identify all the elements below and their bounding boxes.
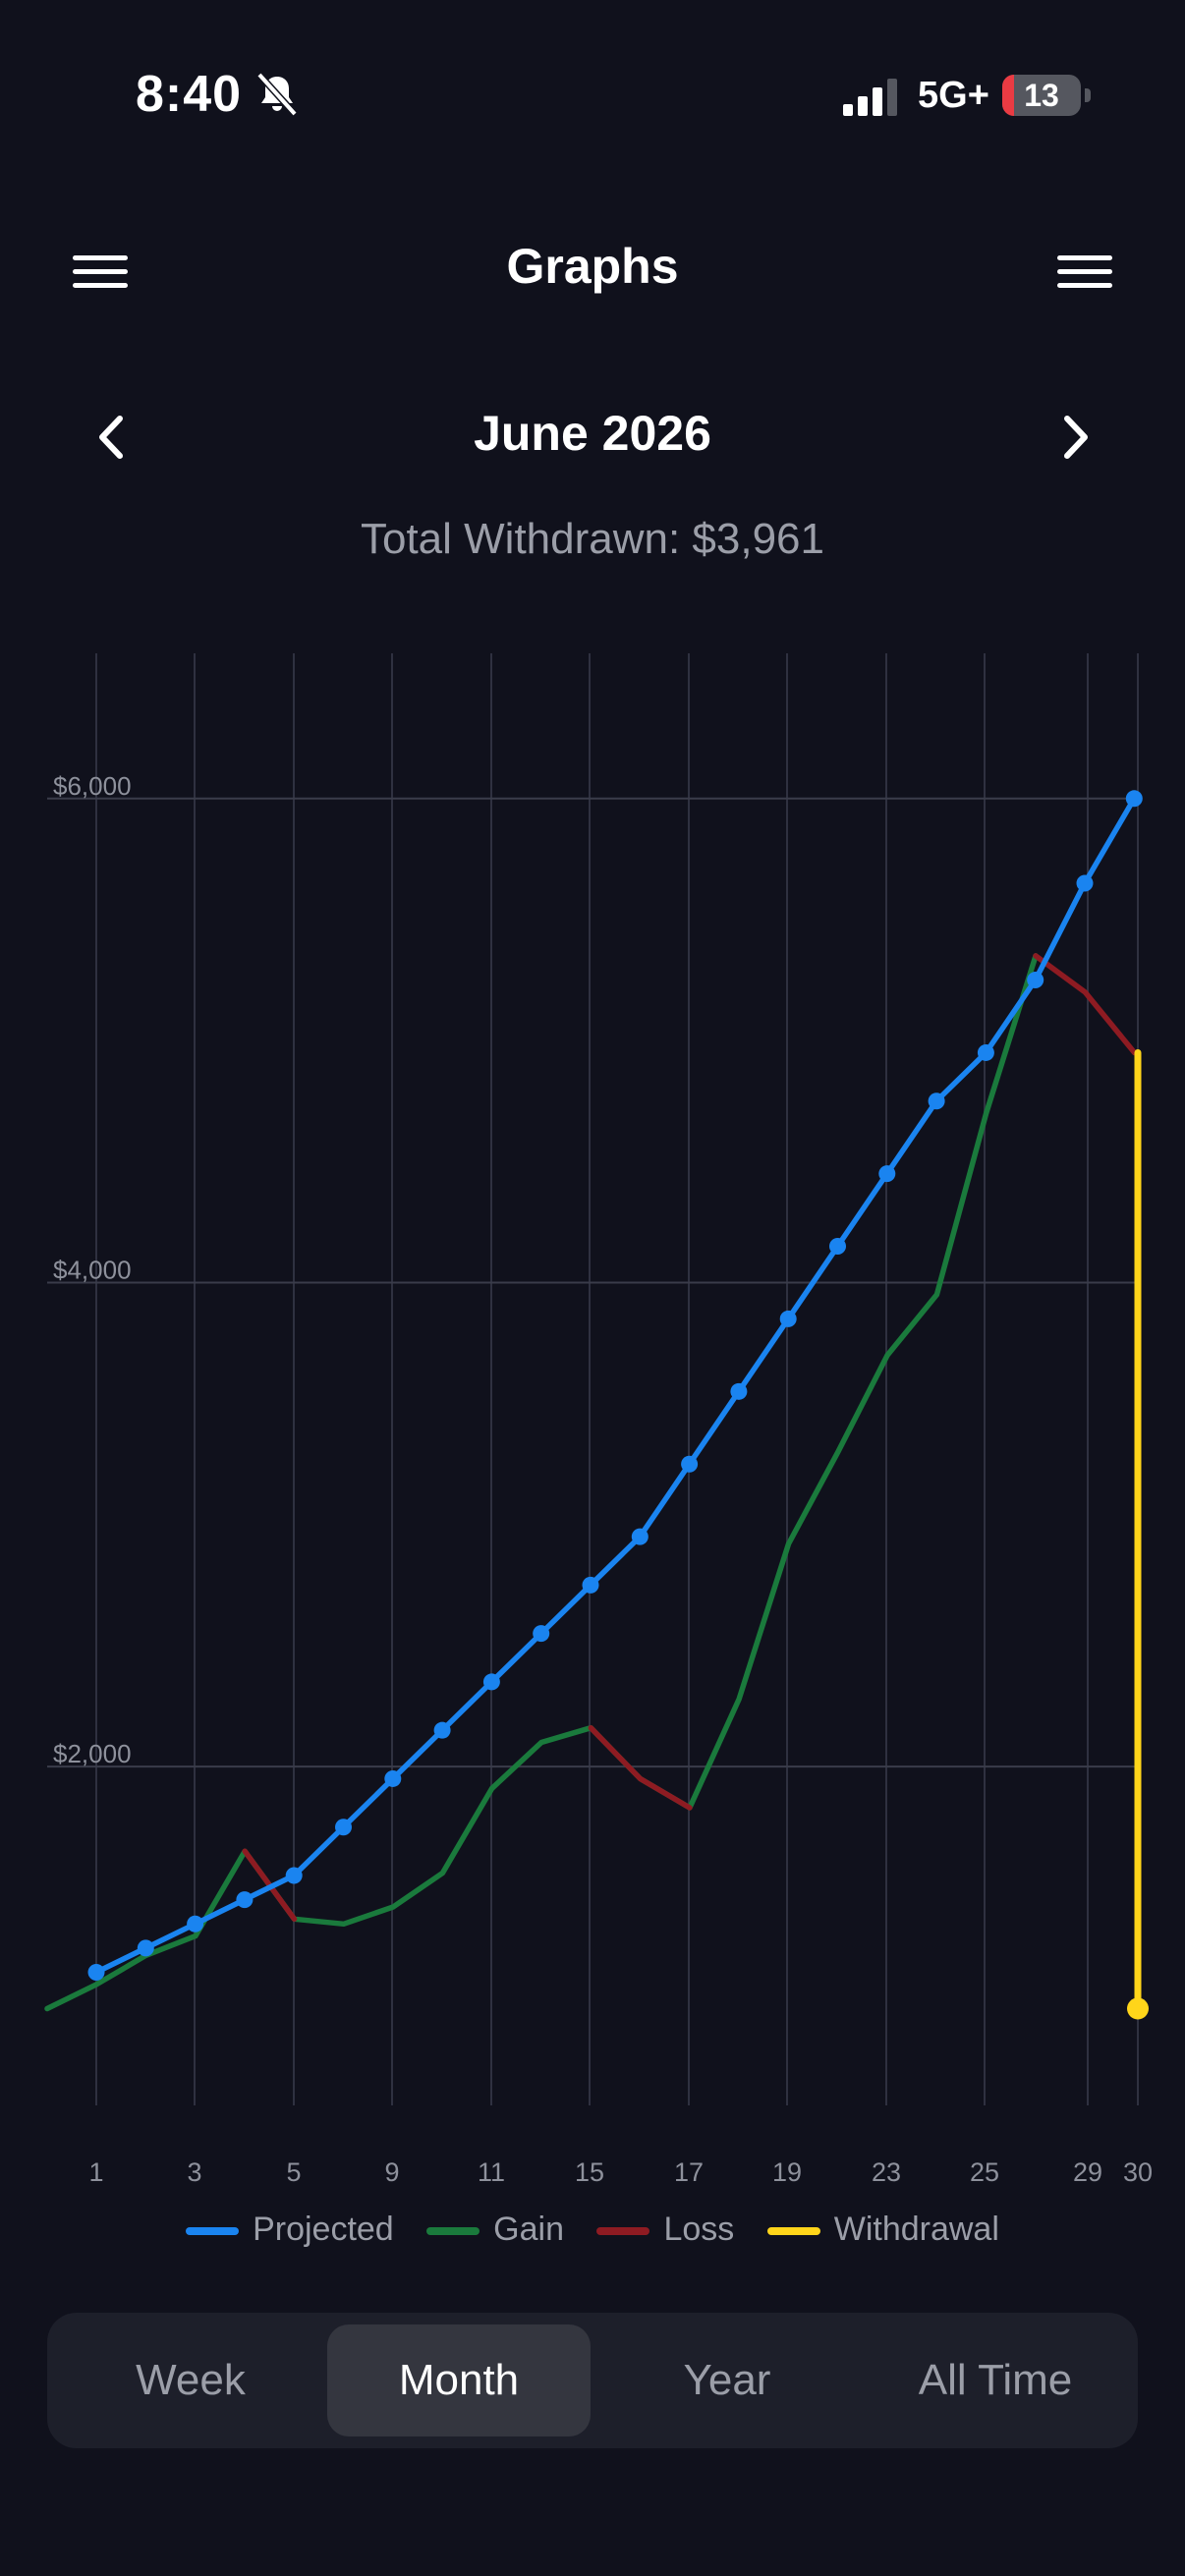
x-tick-label: 3: [187, 2157, 201, 2187]
projected-point: [878, 1165, 896, 1183]
loss-series-line: [588, 1724, 693, 1811]
projected-point: [384, 1769, 402, 1787]
bell-slash-icon: [256, 72, 298, 117]
projected-point: [1027, 972, 1044, 989]
projected-point: [681, 1455, 699, 1473]
projected-point: [285, 1867, 303, 1884]
x-tick-label: 5: [286, 2157, 301, 2187]
projected-point: [779, 1310, 797, 1327]
projected-point: [730, 1382, 748, 1400]
x-tick-label: 29: [1073, 2157, 1102, 2187]
x-tick-label: 15: [575, 2157, 604, 2187]
projected-point: [533, 1625, 550, 1643]
x-tick-label: 1: [88, 2157, 103, 2187]
legend-withdrawal: Withdrawal: [766, 2211, 999, 2249]
withdrawal-point: [1127, 1997, 1149, 2020]
month-label: June 2026: [474, 406, 711, 461]
x-tick-label: 17: [674, 2157, 704, 2187]
projected-point: [137, 1939, 154, 1957]
projected-point: [631, 1528, 649, 1545]
x-tick-label: 23: [872, 2157, 901, 2187]
x-tick-label: 19: [772, 2157, 802, 2187]
projected-point: [236, 1891, 254, 1909]
projected-point: [829, 1238, 846, 1256]
projected-point: [482, 1673, 500, 1691]
legend-loss: Loss: [596, 2211, 734, 2249]
tab-week[interactable]: Week: [59, 2324, 322, 2436]
battery-icon: 13: [1002, 75, 1091, 116]
x-tick-label: 11: [478, 2157, 505, 2187]
balance-line-chart: $6,000 $4,000 $2,000 1 3 5 9 11 15 17 19 23 25 29 30: [44, 653, 1153, 2187]
loss-series-line: [1033, 953, 1138, 1056]
projected-point: [1076, 874, 1094, 892]
battery-level: 13: [1024, 78, 1059, 113]
y-tick-label: $6,000: [53, 771, 132, 801]
status-time: 8:40: [136, 66, 243, 123]
projected-point: [928, 1092, 945, 1110]
period-selector: Week Month Year All Time: [47, 2313, 1138, 2448]
projected-point: [433, 1721, 451, 1739]
projected-point: [187, 1915, 204, 1932]
right-menu-button[interactable]: [1057, 253, 1116, 293]
cellular-signal-icon: [843, 79, 897, 116]
next-month-button[interactable]: [1045, 405, 1104, 470]
projected-point: [1125, 790, 1143, 808]
tab-month[interactable]: Month: [327, 2324, 591, 2436]
legend-gain: Gain: [426, 2211, 564, 2249]
y-tick-label: $4,000: [53, 1255, 132, 1284]
x-tick-label: 25: [970, 2157, 999, 2187]
legend-projected: Projected: [186, 2211, 394, 2249]
status-bar: 8:40 5G+ 13: [0, 0, 1185, 196]
total-withdrawn: Total Withdrawn: $3,961: [360, 515, 825, 563]
tab-year[interactable]: Year: [595, 2324, 859, 2436]
tab-all-time[interactable]: All Time: [864, 2324, 1127, 2436]
projected-point: [977, 1043, 994, 1061]
projected-point: [335, 1819, 352, 1836]
chevron-right-icon: [1064, 416, 1088, 459]
page-title: Graphs: [506, 239, 679, 294]
projected-point: [582, 1576, 599, 1594]
y-tick-label: $2,000: [53, 1739, 132, 1768]
x-tick-label: 9: [384, 2157, 399, 2187]
chart-legend: Projected Gain Loss Withdrawal: [0, 2209, 1185, 2258]
network-type: 5G+: [918, 75, 989, 116]
x-tick-label: 30: [1123, 2157, 1153, 2187]
projected-point: [87, 1964, 105, 1982]
projected-series-line: [93, 796, 1138, 1976]
